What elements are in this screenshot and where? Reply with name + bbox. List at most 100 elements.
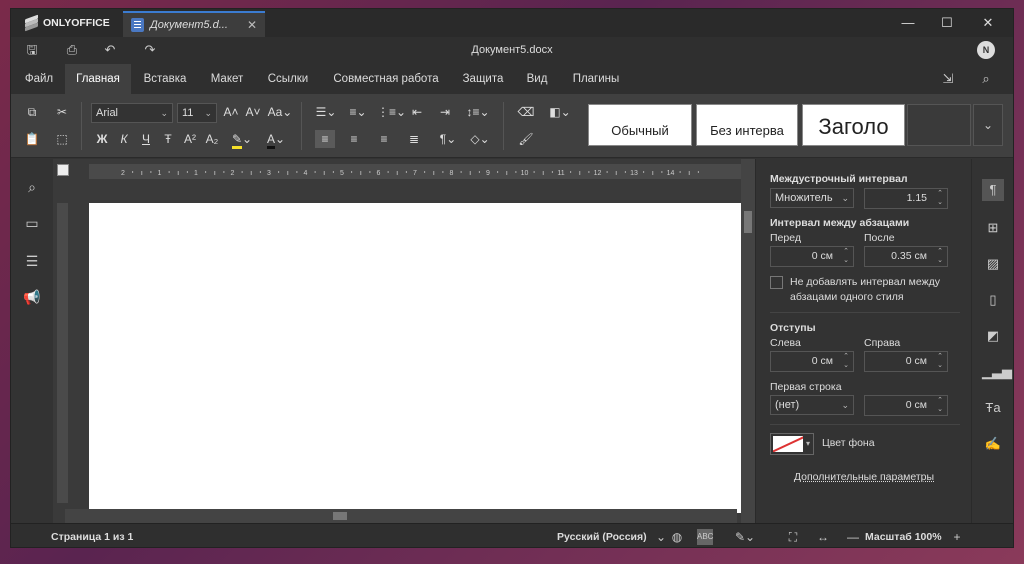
spinner-arrows-icon[interactable]: ⌃ ⌄	[937, 247, 943, 265]
text-art-icon[interactable]: Ŧa	[982, 397, 1004, 419]
minimize-button[interactable]: —	[898, 15, 918, 30]
globe-icon[interactable]: ◍	[669, 529, 685, 545]
fit-page-icon[interactable]: ⛶	[785, 529, 801, 545]
header-footer-icon[interactable]: ▯	[982, 289, 1004, 311]
chart-settings-icon[interactable]: ▁▃▅	[982, 361, 1012, 383]
left-indent-input[interactable]: 0 см ⌃ ⌄	[770, 351, 854, 372]
align-left-icon[interactable]: ≡	[315, 130, 335, 148]
decrease-indent-icon[interactable]: ⇤	[409, 103, 425, 121]
spinner-arrows-icon[interactable]: ⌃ ⌄	[937, 189, 943, 207]
style-heading[interactable]: Заголо	[802, 104, 905, 146]
tab-plugins[interactable]: Плагины	[561, 64, 631, 94]
open-location-icon[interactable]: ⇲	[939, 71, 957, 87]
paragraph-settings-icon[interactable]: ¶	[982, 179, 1004, 201]
close-window-button[interactable]: ✕	[978, 15, 998, 31]
increase-font-icon[interactable]: A˄	[223, 103, 239, 121]
style-no-spacing[interactable]: Без интерва	[696, 104, 798, 146]
superscript-icon[interactable]: A²	[183, 130, 197, 148]
document-tab[interactable]: Документ5.d... ✕	[123, 11, 265, 37]
comments-icon[interactable]: ▭	[23, 215, 41, 233]
first-line-mode-select[interactable]: (нет) ⌄	[770, 395, 854, 415]
tab-layout[interactable]: Макет	[201, 64, 253, 94]
track-changes-icon[interactable]: ✎⌄	[735, 529, 755, 545]
color-scheme-icon[interactable]: ◧⌄	[547, 103, 573, 121]
image-settings-icon[interactable]: ▨	[982, 253, 1004, 275]
copy-style-icon[interactable]: 🖌	[517, 130, 535, 148]
table-settings-icon[interactable]: ⊞	[982, 217, 1004, 239]
font-color-icon[interactable]: A⌄	[263, 130, 289, 149]
decrease-font-icon[interactable]: A˅	[245, 103, 261, 121]
background-color-picker[interactable]: ▾	[770, 433, 814, 455]
paragraph-shading-icon[interactable]: ◇⌄	[467, 130, 493, 148]
no-interval-checkbox[interactable]	[770, 276, 783, 289]
align-right-icon[interactable]: ≡	[375, 130, 393, 148]
increase-indent-icon[interactable]: ⇥	[437, 103, 453, 121]
select-all-icon[interactable]: ⬚	[53, 130, 71, 148]
shape-settings-icon[interactable]: ◩	[982, 325, 1004, 347]
spellcheck-icon[interactable]: ABC	[697, 529, 713, 545]
scroll-thumb[interactable]	[333, 512, 347, 520]
tab-view[interactable]: Вид	[517, 64, 557, 94]
signature-icon[interactable]: ✍	[982, 433, 1004, 455]
spacing-after-input[interactable]: 0.35 см ⌃ ⌄	[864, 246, 948, 267]
tab-home[interactable]: Главная	[65, 64, 131, 94]
line-spacing-icon[interactable]: ↕≡⌄	[465, 103, 491, 121]
zoom-out-icon[interactable]: —	[845, 529, 861, 545]
right-indent-input[interactable]: 0 см ⌃ ⌄	[864, 351, 948, 372]
font-name-select[interactable]: Arial ⌄	[91, 103, 173, 123]
tab-protection[interactable]: Защита	[453, 64, 513, 94]
user-avatar[interactable]: N	[977, 41, 995, 59]
tab-insert[interactable]: Вставка	[135, 64, 195, 94]
style-normal[interactable]: Обычный	[588, 104, 692, 146]
search-icon[interactable]: ⌕	[977, 71, 995, 87]
vertical-ruler[interactable]	[57, 203, 68, 503]
line-spacing-mode-select[interactable]: Множитель ⌄	[770, 188, 854, 208]
navigation-icon[interactable]: ☰	[23, 253, 41, 271]
spinner-arrows-icon[interactable]: ⌃ ⌄	[937, 396, 943, 414]
language-select[interactable]: Русский (Россия)	[557, 531, 647, 543]
vertical-scrollbar[interactable]	[741, 159, 755, 523]
first-line-input[interactable]: 0 см ⌃ ⌄	[864, 395, 948, 416]
search-icon[interactable]: ⌕	[23, 179, 41, 197]
italic-button[interactable]: К	[117, 130, 131, 148]
advanced-settings-link[interactable]: Дополнительные параметры	[756, 471, 972, 483]
styles-expand-button[interactable]: ⌄	[973, 104, 1003, 146]
horizontal-scrollbar[interactable]	[65, 509, 737, 523]
fit-width-icon[interactable]: ↔	[815, 529, 831, 545]
maximize-button[interactable]: ☐	[937, 15, 957, 31]
tab-file[interactable]: Файл	[15, 64, 63, 94]
feedback-icon[interactable]: 📢	[23, 289, 41, 307]
copy-icon[interactable]: ⧉	[23, 103, 41, 121]
spacing-before-input[interactable]: 0 см ⌃ ⌄	[770, 246, 854, 267]
spinner-arrows-icon[interactable]: ⌃ ⌄	[843, 247, 849, 265]
chevron-down-icon[interactable]: ⌄	[653, 529, 669, 545]
spinner-arrows-icon[interactable]: ⌃ ⌄	[937, 352, 943, 370]
horizontal-ruler[interactable]: 2 1 1 2 3 4 5 6 7 8 9 10 11 12 13 14	[89, 164, 741, 179]
paste-icon[interactable]: 📋	[23, 130, 41, 148]
underline-button[interactable]: Ч	[139, 130, 153, 148]
cut-icon[interactable]: ✂	[53, 103, 71, 121]
change-case-icon[interactable]: Aa⌄	[267, 103, 293, 121]
line-spacing-input[interactable]: 1.15 ⌃ ⌄	[864, 188, 948, 209]
close-tab-icon[interactable]: ✕	[247, 18, 257, 32]
font-size-select[interactable]: 11 ⌄	[177, 103, 217, 123]
spinner-arrows-icon[interactable]: ⌃ ⌄	[843, 352, 849, 370]
zoom-in-icon[interactable]: +	[949, 529, 965, 545]
document-page[interactable]	[89, 203, 741, 513]
multilevel-list-icon[interactable]: ⋮≡⌄	[377, 103, 406, 121]
numbering-icon[interactable]: ≡⌄	[345, 103, 371, 121]
style-empty[interactable]	[907, 104, 971, 146]
scroll-thumb[interactable]	[744, 211, 752, 233]
justify-icon[interactable]: ≣	[405, 130, 423, 148]
strikethrough-button[interactable]: Ŧ	[161, 130, 175, 148]
highlight-color-icon[interactable]: ✎⌄	[229, 130, 255, 149]
bullets-icon[interactable]: ☰⌄	[313, 103, 339, 121]
nonprinting-chars-icon[interactable]: ¶⌄	[435, 130, 461, 148]
clear-style-icon[interactable]: ⌫	[517, 103, 535, 121]
tab-references[interactable]: Ссылки	[257, 64, 319, 94]
subscript-icon[interactable]: A₂	[205, 130, 219, 148]
tab-type-selector[interactable]	[57, 164, 69, 176]
align-center-icon[interactable]: ≡	[345, 130, 363, 148]
tab-collaboration[interactable]: Совместная работа	[323, 64, 449, 94]
bold-button[interactable]: Ж	[95, 130, 109, 148]
